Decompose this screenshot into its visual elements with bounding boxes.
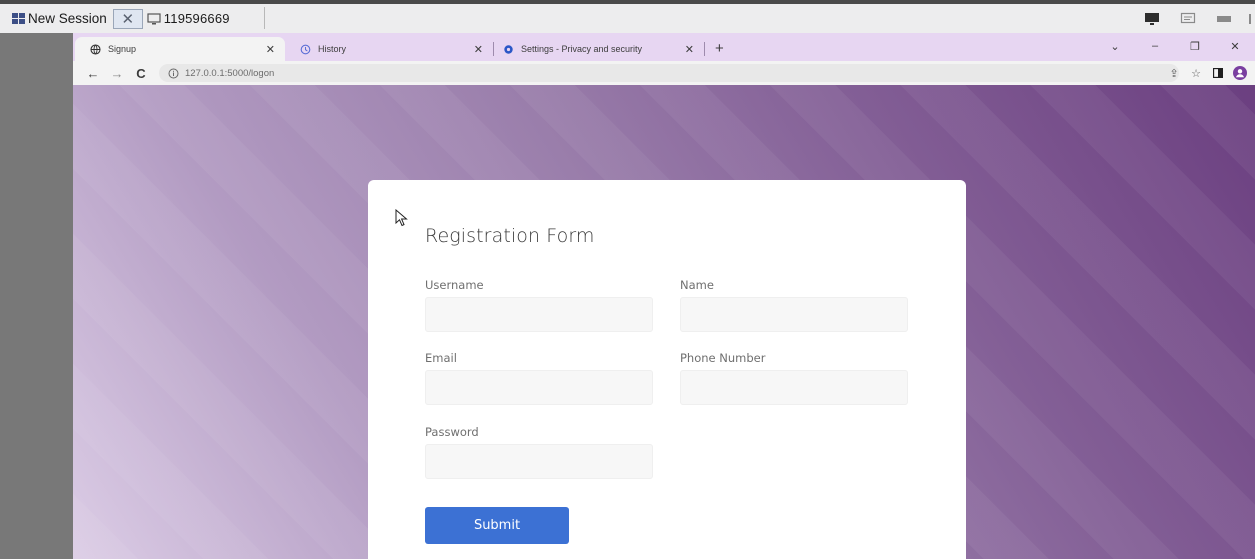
- share-icon[interactable]: ⇪: [1163, 64, 1185, 82]
- phone-number-input[interactable]: [680, 370, 908, 405]
- tab-close-icon[interactable]: ✕: [266, 43, 275, 56]
- monitor-icon: [147, 12, 161, 25]
- tab-close-icon[interactable]: ✕: [474, 43, 483, 56]
- email-input[interactable]: [425, 370, 653, 405]
- name-label: Name: [680, 278, 714, 292]
- remote-session-bar: New Session ✕ 119596669: [0, 0, 1255, 33]
- name-input[interactable]: [680, 297, 908, 332]
- info-icon: [168, 68, 179, 78]
- window-close-button[interactable]: ✕: [1215, 40, 1255, 53]
- tab-settings[interactable]: Settings - Privacy and security ✕: [494, 37, 704, 61]
- tab-close-icon[interactable]: ✕: [685, 43, 694, 56]
- session-app-icon: [12, 12, 26, 25]
- tab-signup[interactable]: Signup ✕: [75, 37, 285, 61]
- session-connection-id: 119596669: [163, 11, 230, 26]
- mouse-cursor-icon: [395, 209, 408, 227]
- tab-search-button[interactable]: ⌄: [1095, 40, 1135, 53]
- phone-number-label: Phone Number: [680, 351, 766, 365]
- keyboard-icon[interactable]: [1209, 7, 1239, 31]
- form-title: Registration Form: [425, 225, 595, 247]
- restore-button[interactable]: ❐: [1175, 40, 1215, 53]
- session-title: New Session: [28, 11, 107, 26]
- toolbar-actions: ⇪ ☆: [1163, 64, 1251, 82]
- browser-tab-strip: Signup ✕ History ✕ Settings - Privacy an…: [73, 33, 1255, 61]
- bookmark-star-icon[interactable]: ☆: [1185, 64, 1207, 82]
- history-icon: [299, 43, 311, 55]
- close-icon: ✕: [121, 10, 135, 28]
- forward-button[interactable]: →: [105, 66, 129, 81]
- back-button[interactable]: ←: [81, 66, 105, 81]
- screen-icon[interactable]: [1137, 7, 1167, 31]
- minimize-button[interactable]: –: [1135, 40, 1175, 52]
- new-tab-button[interactable]: +: [715, 40, 724, 57]
- session-toolbar: [1131, 6, 1255, 32]
- email-label: Email: [425, 351, 457, 365]
- password-label: Password: [425, 425, 479, 439]
- profile-avatar-icon[interactable]: [1229, 64, 1251, 82]
- url-text: 127.0.0.1:5000/logon: [185, 67, 275, 79]
- session-close-button[interactable]: ✕: [112, 8, 143, 29]
- more-icon[interactable]: [1245, 7, 1255, 31]
- settings-icon: [502, 43, 514, 55]
- tab-label: Signup: [108, 44, 137, 54]
- password-input[interactable]: [425, 444, 653, 479]
- username-input[interactable]: [425, 297, 653, 332]
- window-controls: ⌄ – ❐ ✕: [1095, 36, 1255, 56]
- browser-toolbar: ← → C 127.0.0.1:5000/logon ⇪ ☆: [73, 61, 1255, 85]
- tab-divider: [704, 42, 705, 56]
- address-bar[interactable]: 127.0.0.1:5000/logon: [159, 64, 1179, 82]
- globe-icon: [89, 43, 101, 55]
- reload-button[interactable]: C: [129, 66, 153, 81]
- submit-button[interactable]: Submit: [425, 507, 569, 544]
- chat-icon[interactable]: [1173, 7, 1203, 31]
- left-gutter: [0, 33, 73, 559]
- tab-label: Settings - Privacy and security: [521, 44, 643, 54]
- session-divider: [264, 7, 265, 29]
- page-viewport: Registration Form Username Name Email Ph…: [73, 85, 1255, 559]
- tab-label: History: [318, 44, 347, 54]
- sidepanel-icon[interactable]: [1207, 64, 1229, 82]
- username-label: Username: [425, 278, 484, 292]
- tab-history[interactable]: History ✕: [285, 37, 493, 61]
- registration-form-card: Registration Form Username Name Email Ph…: [368, 180, 966, 559]
